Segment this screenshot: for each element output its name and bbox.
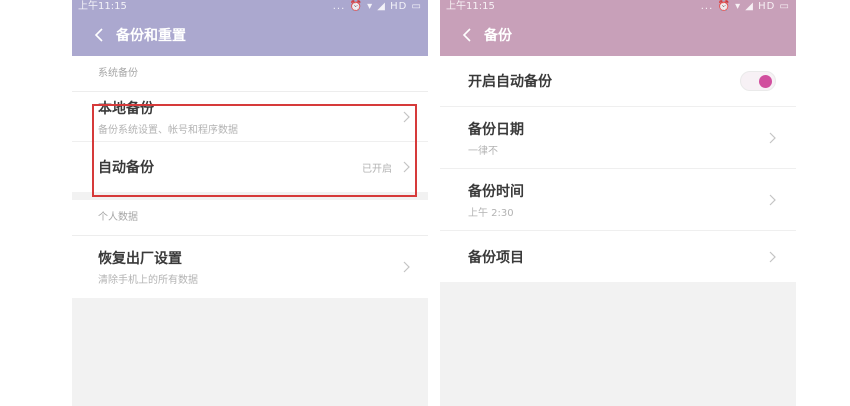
backup-date-value: 一律不 (468, 145, 498, 157)
page-title: 备份 (484, 27, 512, 44)
status-bar: 上午11:15 ... ⏰ ▾ ◢ HD ▭ (440, 0, 796, 13)
backup-time-title: 备份时间 (468, 183, 524, 200)
chevron-right-icon (402, 161, 410, 173)
status-indicators: ... ⏰ ▾ ◢ HD ▭ (332, 1, 422, 12)
auto-backup-title: 自动备份 (98, 160, 154, 176)
back-arrow-icon[interactable] (462, 27, 472, 42)
backup-time-item[interactable]: 备份时间 上午 2:30 (440, 169, 796, 231)
backup-date-item[interactable]: 备份日期 一律不 (440, 107, 796, 169)
backup-reset-screen: 上午11:15 ... ⏰ ▾ ◢ HD ▭ 备份和重置 系统备份 本地备份 备… (72, 0, 428, 406)
section-divider (72, 192, 428, 200)
local-backup-subtitle: 备份系统设置、帐号和程序数据 (98, 124, 238, 136)
auto-backup-status: 已开启 (362, 163, 392, 175)
section-header-personal-data: 个人数据 (72, 200, 428, 236)
backup-time-value: 上午 2:30 (468, 207, 514, 219)
auto-backup-toggle[interactable] (740, 71, 776, 91)
chevron-right-icon (768, 132, 776, 144)
backup-items-item[interactable]: 备份项目 (440, 231, 796, 282)
auto-backup-item[interactable]: 自动备份 已开启 (72, 142, 428, 192)
local-backup-item[interactable]: 本地备份 备份系统设置、帐号和程序数据 (72, 92, 428, 142)
status-time: 上午11:15 (446, 1, 495, 12)
section-header-system-backup: 系统备份 (72, 56, 428, 92)
title-bar: 备份 (440, 13, 796, 56)
status-bar: 上午11:15 ... ⏰ ▾ ◢ HD ▭ (72, 0, 428, 13)
status-indicators: ... ⏰ ▾ ◢ HD ▭ (700, 1, 790, 12)
personal-data-section: 个人数据 恢复出厂设置 清除手机上的所有数据 (72, 200, 428, 298)
chevron-right-icon (768, 251, 776, 263)
title-bar: 备份和重置 (72, 13, 428, 56)
factory-reset-subtitle: 清除手机上的所有数据 (98, 275, 198, 286)
backup-items-title: 备份项目 (468, 249, 524, 266)
backup-date-title: 备份日期 (468, 121, 524, 138)
backup-settings-list: 开启自动备份 备份日期 一律不 备份时间 上午 2:30 备份项目 (440, 56, 796, 282)
backup-screen: 上午11:15 ... ⏰ ▾ ◢ HD ▭ 备份 开启自动备份 备份日期 一律… (440, 0, 796, 406)
factory-reset-title: 恢复出厂设置 (98, 251, 182, 267)
auto-backup-toggle-item[interactable]: 开启自动备份 (440, 56, 796, 107)
chevron-right-icon (402, 111, 410, 123)
factory-reset-item[interactable]: 恢复出厂设置 清除手机上的所有数据 (72, 236, 428, 298)
auto-backup-toggle-label: 开启自动备份 (468, 74, 552, 90)
system-backup-section: 系统备份 本地备份 备份系统设置、帐号和程序数据 自动备份 已开启 (72, 56, 428, 192)
status-time: 上午11:15 (78, 1, 127, 12)
local-backup-title: 本地备份 (98, 100, 154, 117)
toggle-knob (759, 75, 772, 88)
back-arrow-icon[interactable] (94, 27, 104, 42)
chevron-right-icon (768, 194, 776, 206)
page-title: 备份和重置 (116, 27, 186, 44)
chevron-right-icon (402, 261, 410, 273)
